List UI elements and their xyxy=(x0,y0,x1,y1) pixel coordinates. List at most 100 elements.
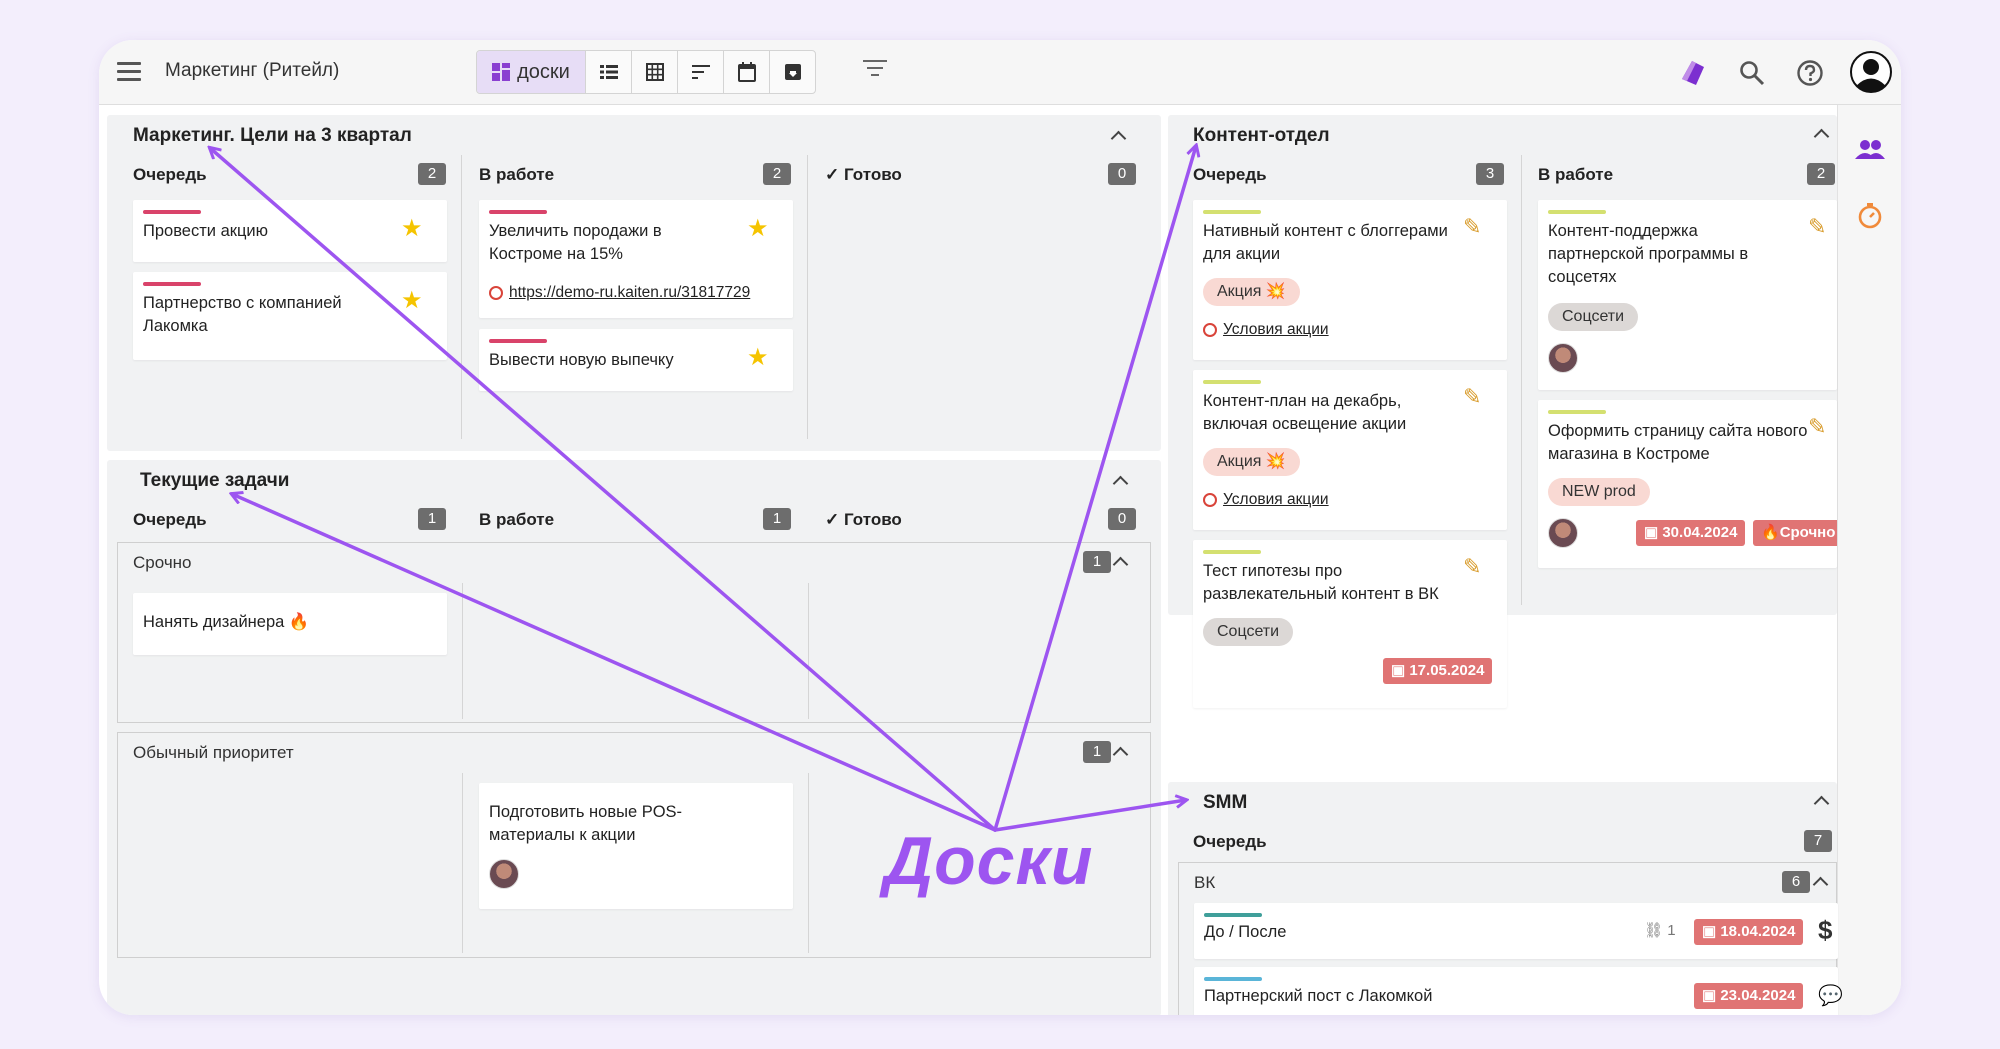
card-color-bar xyxy=(489,339,547,343)
card[interactable]: Нативный контент с блоггерами для акции … xyxy=(1193,200,1507,360)
archive-icon xyxy=(784,64,801,80)
swimlane-urgent: Срочно 1 Нанять дизайнера 🔥 xyxy=(117,542,1151,723)
card-title: Вывести новую выпечку xyxy=(489,351,674,369)
card-link[interactable]: Условия акции xyxy=(1223,491,1329,509)
due-date-badge[interactable]: ▣ 30.04.2024 xyxy=(1636,520,1746,546)
archive-view-button[interactable] xyxy=(769,51,815,93)
card[interactable]: Вывести новую выпечку ★ xyxy=(479,329,793,391)
column-divider xyxy=(462,583,463,719)
collapse-chevron-icon[interactable] xyxy=(1812,125,1830,143)
pencil-icon[interactable]: ✎ xyxy=(1463,214,1481,240)
column-count: 0 xyxy=(1108,508,1136,530)
card-color-bar xyxy=(1203,380,1261,384)
card-title: Контент-поддержка партнерской программы … xyxy=(1548,222,1749,286)
column-header: Очередь xyxy=(133,165,207,184)
avatar[interactable] xyxy=(489,859,519,889)
tag[interactable]: Соцсети xyxy=(1203,618,1294,646)
card[interactable]: Нанять дизайнера 🔥 xyxy=(133,593,447,655)
timer-icon[interactable] xyxy=(1857,203,1883,234)
collapse-chevron-icon[interactable] xyxy=(1812,792,1830,810)
calendar-view-button[interactable] xyxy=(723,51,769,93)
timeline-icon xyxy=(691,65,710,79)
filter-icon[interactable] xyxy=(862,60,888,82)
card[interactable]: Увеличить породажи в Костроме на 15% ★ h… xyxy=(479,200,793,318)
card-link[interactable]: https://demo-ru.kaiten.ru/31817729 xyxy=(509,284,750,302)
tag[interactable]: NEW prod xyxy=(1548,478,1650,506)
card-color-bar xyxy=(1204,977,1262,981)
collapse-chevron-icon[interactable] xyxy=(1109,127,1127,145)
link-icon xyxy=(1203,493,1217,507)
card-title: Подготовить новые POS-материалы к акции xyxy=(489,803,683,844)
star-icon[interactable]: ★ xyxy=(401,214,423,243)
collapse-chevron-icon[interactable] xyxy=(1811,873,1829,891)
collapse-chevron-icon[interactable] xyxy=(1111,472,1129,490)
urgent-badge[interactable]: 🔥Срочно xyxy=(1753,520,1837,546)
column-header: В работе xyxy=(1538,165,1614,184)
team-icon[interactable] xyxy=(1855,139,1885,166)
card-title: До / После xyxy=(1204,923,1287,941)
tag[interactable]: Соцсети xyxy=(1548,303,1639,331)
card[interactable]: Контент-план на декабрь, включая освещен… xyxy=(1193,370,1507,530)
avatar[interactable] xyxy=(1548,343,1578,373)
column-header-done: ✓ Готово xyxy=(825,510,902,529)
card[interactable]: Партнерский пост с Лакомкой ▣ 23.04.2024… xyxy=(1194,967,1843,1015)
calendar-icon: ▣ xyxy=(1391,662,1410,679)
due-date-badge[interactable]: ▣ 17.05.2024 xyxy=(1383,658,1493,684)
list-view-button[interactable] xyxy=(585,51,631,93)
calendar-icon xyxy=(737,62,756,82)
tag[interactable]: Акция 💥 xyxy=(1203,278,1300,306)
star-icon[interactable]: ★ xyxy=(401,286,423,315)
card-link[interactable]: Условия акции xyxy=(1223,321,1329,339)
due-date-badge[interactable]: ▣ 23.04.2024 xyxy=(1694,983,1804,1009)
pencil-icon[interactable]: ✎ xyxy=(1808,214,1826,240)
card-title: Контент-план на декабрь, включая освещен… xyxy=(1203,392,1407,433)
calendar-icon: ▣ xyxy=(1702,987,1721,1004)
menu-icon[interactable] xyxy=(117,62,141,82)
column-count: 2 xyxy=(418,163,446,185)
collapse-chevron-icon[interactable] xyxy=(1111,553,1129,571)
help-icon[interactable] xyxy=(1790,53,1830,93)
user-avatar[interactable] xyxy=(1849,50,1893,94)
kaiten-logo-icon[interactable] xyxy=(1673,53,1713,93)
swimlane-title: Срочно xyxy=(133,553,192,572)
avatar[interactable] xyxy=(1548,518,1578,548)
card[interactable]: Контент-поддержка партнерской программы … xyxy=(1538,200,1837,390)
star-icon[interactable]: ★ xyxy=(747,343,769,372)
column-divider xyxy=(808,583,809,719)
column-count: 7 xyxy=(1804,830,1832,852)
pencil-icon[interactable]: ✎ xyxy=(1808,414,1826,440)
pencil-icon[interactable]: ✎ xyxy=(1463,554,1481,580)
column-count: 2 xyxy=(763,163,791,185)
card-color-bar xyxy=(1548,210,1606,214)
pencil-icon[interactable]: ✎ xyxy=(1463,384,1481,410)
calendar-icon: ▣ xyxy=(1702,923,1721,940)
card-title: Нативный контент с блоггерами для акции xyxy=(1203,222,1448,263)
card[interactable]: До / После ⛓ 1 ▣ 18.04.2024 $ xyxy=(1194,903,1838,959)
list-icon xyxy=(599,65,618,79)
card[interactable]: Оформить страницу сайта нового магазина … xyxy=(1538,400,1837,568)
tag[interactable]: Акция 💥 xyxy=(1203,448,1300,476)
card[interactable]: Подготовить новые POS-материалы к акции xyxy=(479,783,793,909)
card[interactable]: Тест гипотезы про развлекательный контен… xyxy=(1193,540,1507,708)
column-header: Очередь xyxy=(133,510,207,529)
search-icon[interactable] xyxy=(1732,53,1772,93)
collapse-chevron-icon[interactable] xyxy=(1111,743,1129,761)
swimlane-title: Обычный приоритет xyxy=(133,743,294,762)
card-color-bar xyxy=(1203,550,1261,554)
star-icon[interactable]: ★ xyxy=(747,214,769,243)
card-color-bar xyxy=(1203,210,1261,214)
board-smm: SMM Очередь 7 ВК 6 До / После ⛓ 1 ▣ 18.0… xyxy=(1168,782,1843,1015)
table-view-button[interactable] xyxy=(631,51,677,93)
card-title: Оформить страницу сайта нового магазина … xyxy=(1548,422,1808,463)
card[interactable]: Партнерство с компанией Лакомка ★ xyxy=(133,272,447,360)
chain-icon: ⛓ xyxy=(1644,922,1668,939)
space-title: Маркетинг (Ритейл) xyxy=(165,60,340,81)
column-divider xyxy=(1521,155,1522,605)
board-title: Текущие задачи xyxy=(140,470,290,491)
board-content: Контент-отдел Очередь 3 В работе 2 Натив… xyxy=(1168,115,1837,708)
timeline-view-button[interactable] xyxy=(677,51,723,93)
card[interactable]: Провести акцию ★ xyxy=(133,200,447,262)
due-date-badge[interactable]: ▣ 18.04.2024 xyxy=(1694,919,1804,945)
top-bar: Маркетинг (Ритейл) доски xyxy=(99,40,1901,105)
boards-view-button[interactable]: доски xyxy=(477,51,585,93)
